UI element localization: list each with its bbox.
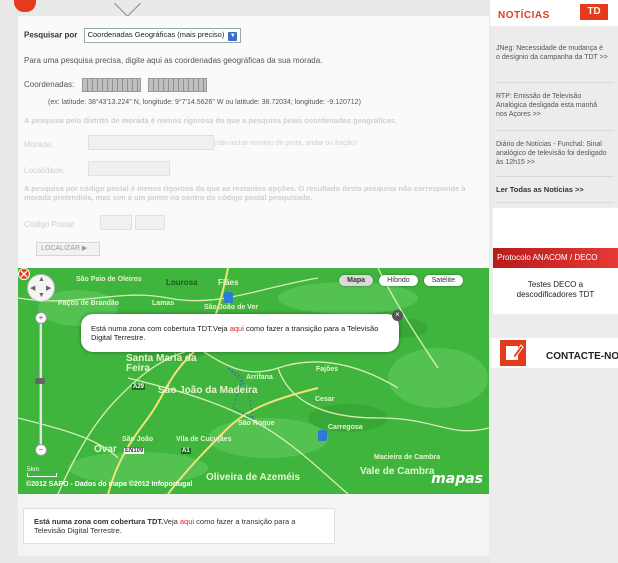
news-header: NOTÍCIAS TD bbox=[490, 0, 618, 26]
map-label-cucujaes: Vila de Cucujães bbox=[176, 436, 232, 443]
coverage-result-before: Veja bbox=[163, 517, 180, 526]
banner-text: Testes DECO a descodificadores TDT bbox=[516, 280, 595, 299]
contact-label: CONTACTE-NO bbox=[546, 351, 618, 362]
map-label-sao-joao-ovar: São João bbox=[122, 436, 154, 443]
postal-suffix-input[interactable] bbox=[135, 215, 165, 230]
zoom-out-button[interactable]: − bbox=[35, 444, 47, 456]
coverage-result-link[interactable]: aqui bbox=[180, 517, 194, 526]
search-type-value: Coordenadas Geográficas (mais preciso) bbox=[87, 30, 225, 39]
transmitter-pin-icon[interactable] bbox=[318, 430, 327, 441]
instruction-text: Para uma pesquisa precisa, digite aqui a… bbox=[24, 56, 323, 65]
news-title: NOTÍCIAS bbox=[498, 10, 550, 21]
mapas-logo[interactable]: mapas bbox=[431, 471, 483, 487]
news-item[interactable]: JNeg: Necessidade de mudança é o desígni… bbox=[496, 44, 608, 62]
map-label-esmoriz: São Paio de Oleiros bbox=[76, 276, 142, 283]
news-item[interactable]: RTP: Emissão de Televisão Analógica desl… bbox=[496, 92, 608, 119]
localizar-button[interactable]: LOCALIZAR ▶ bbox=[36, 242, 100, 256]
chevron-down-icon bbox=[114, 0, 141, 17]
map-scale-bar bbox=[27, 473, 57, 477]
map-label-fiaes: Fiães bbox=[218, 278, 239, 287]
map-label-sao-roque: São Roque bbox=[238, 420, 275, 427]
map-type-hibrido[interactable]: Híbrido bbox=[379, 275, 418, 286]
map-type-satelite[interactable]: Satélite bbox=[423, 275, 463, 286]
map-copyright: ©2012 SAPO - Dados do mapa ©2012 Infopor… bbox=[26, 481, 193, 488]
zoom-slider-handle[interactable] bbox=[35, 378, 45, 384]
map-label-sao-joao-ver: São João de Ver bbox=[204, 304, 259, 311]
map-type-mapa[interactable]: Mapa bbox=[339, 275, 374, 286]
coords-example: (ex: latitude: 38°43'13.224'' N, longitu… bbox=[48, 99, 361, 106]
news-divider bbox=[496, 176, 614, 177]
map-label-fajoes: Fajões bbox=[316, 366, 339, 373]
map-label-cesar: Cesar bbox=[315, 396, 335, 403]
map-type-switcher: Mapa Híbrido Satélite bbox=[339, 275, 463, 286]
pencil-icon bbox=[500, 340, 526, 366]
road-label-en109: EN109 bbox=[124, 448, 145, 454]
localidade-input[interactable] bbox=[88, 161, 170, 176]
coverage-result-text: Está numa zona com cobertura TDT.Veja aq… bbox=[34, 517, 324, 535]
pan-down-icon[interactable]: ▼ bbox=[38, 292, 45, 299]
map-view[interactable]: São Paio de Oleiros Lourosa Fiães Paços … bbox=[18, 268, 489, 494]
map-label-macieira: Macieira de Cambra bbox=[374, 454, 441, 461]
top-strip bbox=[0, 0, 490, 17]
map-label-carregosa: Carregosa bbox=[328, 424, 363, 431]
postal-label: Código Postal: bbox=[24, 220, 77, 229]
road-label-a1: A1 bbox=[181, 448, 191, 454]
popup-text: Está numa zona com cobertura TDT.Veja aq… bbox=[91, 324, 391, 342]
coverage-result-box: Está numa zona com cobertura TDT.Veja aq… bbox=[23, 508, 335, 544]
read-all-news-link[interactable]: Ler Todas as Notícias >> bbox=[496, 185, 584, 194]
search-type-select[interactable]: Coordenadas Geográficas (mais preciso) ▼ bbox=[83, 28, 242, 43]
transmitter-pin-icon[interactable] bbox=[224, 292, 233, 303]
search-form: Pesquisar por Coordenadas Geográficas (m… bbox=[18, 16, 489, 268]
zoom-control[interactable]: + − bbox=[35, 312, 47, 456]
road-label-a29: A29 bbox=[132, 384, 146, 390]
news-item[interactable]: Diário de Notícias - Funchal: Sinal anal… bbox=[496, 140, 608, 167]
map-label-santa-maria: Santa Maria da Feira bbox=[126, 353, 197, 374]
pan-control[interactable]: ▲ ▼ ◀ ▶ bbox=[27, 274, 55, 302]
search-type-row: Pesquisar por Coordenadas Geográficas (m… bbox=[24, 28, 242, 43]
coords-row: Coordenadas: bbox=[24, 78, 207, 92]
postal-note: A pesquisa por código postal é menos rig… bbox=[24, 184, 466, 202]
coords-label: Coordenadas: bbox=[24, 80, 75, 90]
coverage-result-bold: Está numa zona com cobertura TDT. bbox=[34, 517, 164, 526]
morada-input[interactable] bbox=[88, 135, 214, 150]
site-logo[interactable] bbox=[14, 0, 36, 12]
latitude-field[interactable] bbox=[81, 78, 141, 92]
tdt-logo[interactable]: TD bbox=[580, 4, 608, 20]
pan-right-icon[interactable]: ▶ bbox=[46, 284, 51, 292]
zoom-in-button[interactable]: + bbox=[35, 312, 47, 324]
coverage-popup: Está numa zona com cobertura TDT.Veja aq… bbox=[81, 310, 403, 352]
news-divider bbox=[496, 82, 614, 83]
dropdown-arrow-icon: ▼ bbox=[228, 32, 238, 41]
map-label-ovar: Ovar bbox=[94, 444, 117, 455]
morada-label: Morada: bbox=[24, 140, 54, 149]
pan-up-icon[interactable]: ▲ bbox=[38, 276, 45, 283]
main-content: Pesquisar por Coordenadas Geográficas (m… bbox=[18, 16, 489, 556]
address-note: A pesquisa pelo distrito de morada é men… bbox=[24, 116, 398, 125]
contact-button[interactable]: CONTACTE-NO bbox=[490, 338, 618, 368]
sidebar: NOTÍCIAS TD JNeg: Necessidade de mudança… bbox=[490, 0, 618, 563]
close-icon[interactable]: × bbox=[392, 310, 403, 321]
postal-code-input[interactable] bbox=[100, 215, 132, 230]
map-label-arrifana: Arrifana bbox=[246, 374, 273, 381]
map-label-lamas: Lamas bbox=[152, 300, 175, 307]
search-type-label: Pesquisar por bbox=[24, 30, 78, 40]
popup-link[interactable]: aqui bbox=[230, 324, 244, 333]
news-divider bbox=[496, 130, 614, 131]
localidade-label: Localidade: bbox=[24, 166, 65, 175]
morada-hint: (não incluir número de porta, andar ou f… bbox=[214, 140, 357, 147]
map-label-oliveira: Oliveira de Azeméis bbox=[206, 472, 301, 483]
map-scale-label: 5km bbox=[27, 466, 40, 473]
longitude-field[interactable] bbox=[147, 78, 207, 92]
popup-text-before: Está numa zona com cobertura TDT.Veja bbox=[91, 324, 230, 333]
map-label-lourosa: Lourosa bbox=[166, 278, 198, 287]
promo-banner[interactable]: Protocolo ANACOM / DECO Testes DECO a de… bbox=[493, 208, 618, 314]
map-label-pacos-brandao: Paços de Brandão bbox=[58, 300, 120, 307]
map-label-sao-joao-madeira: São João da Madeira bbox=[158, 385, 258, 396]
map-label-vale-cambra: Vale de Cambra bbox=[360, 466, 435, 477]
news-divider bbox=[496, 202, 614, 203]
pan-left-icon[interactable]: ◀ bbox=[30, 284, 35, 292]
banner-title: Protocolo ANACOM / DECO bbox=[497, 253, 598, 262]
